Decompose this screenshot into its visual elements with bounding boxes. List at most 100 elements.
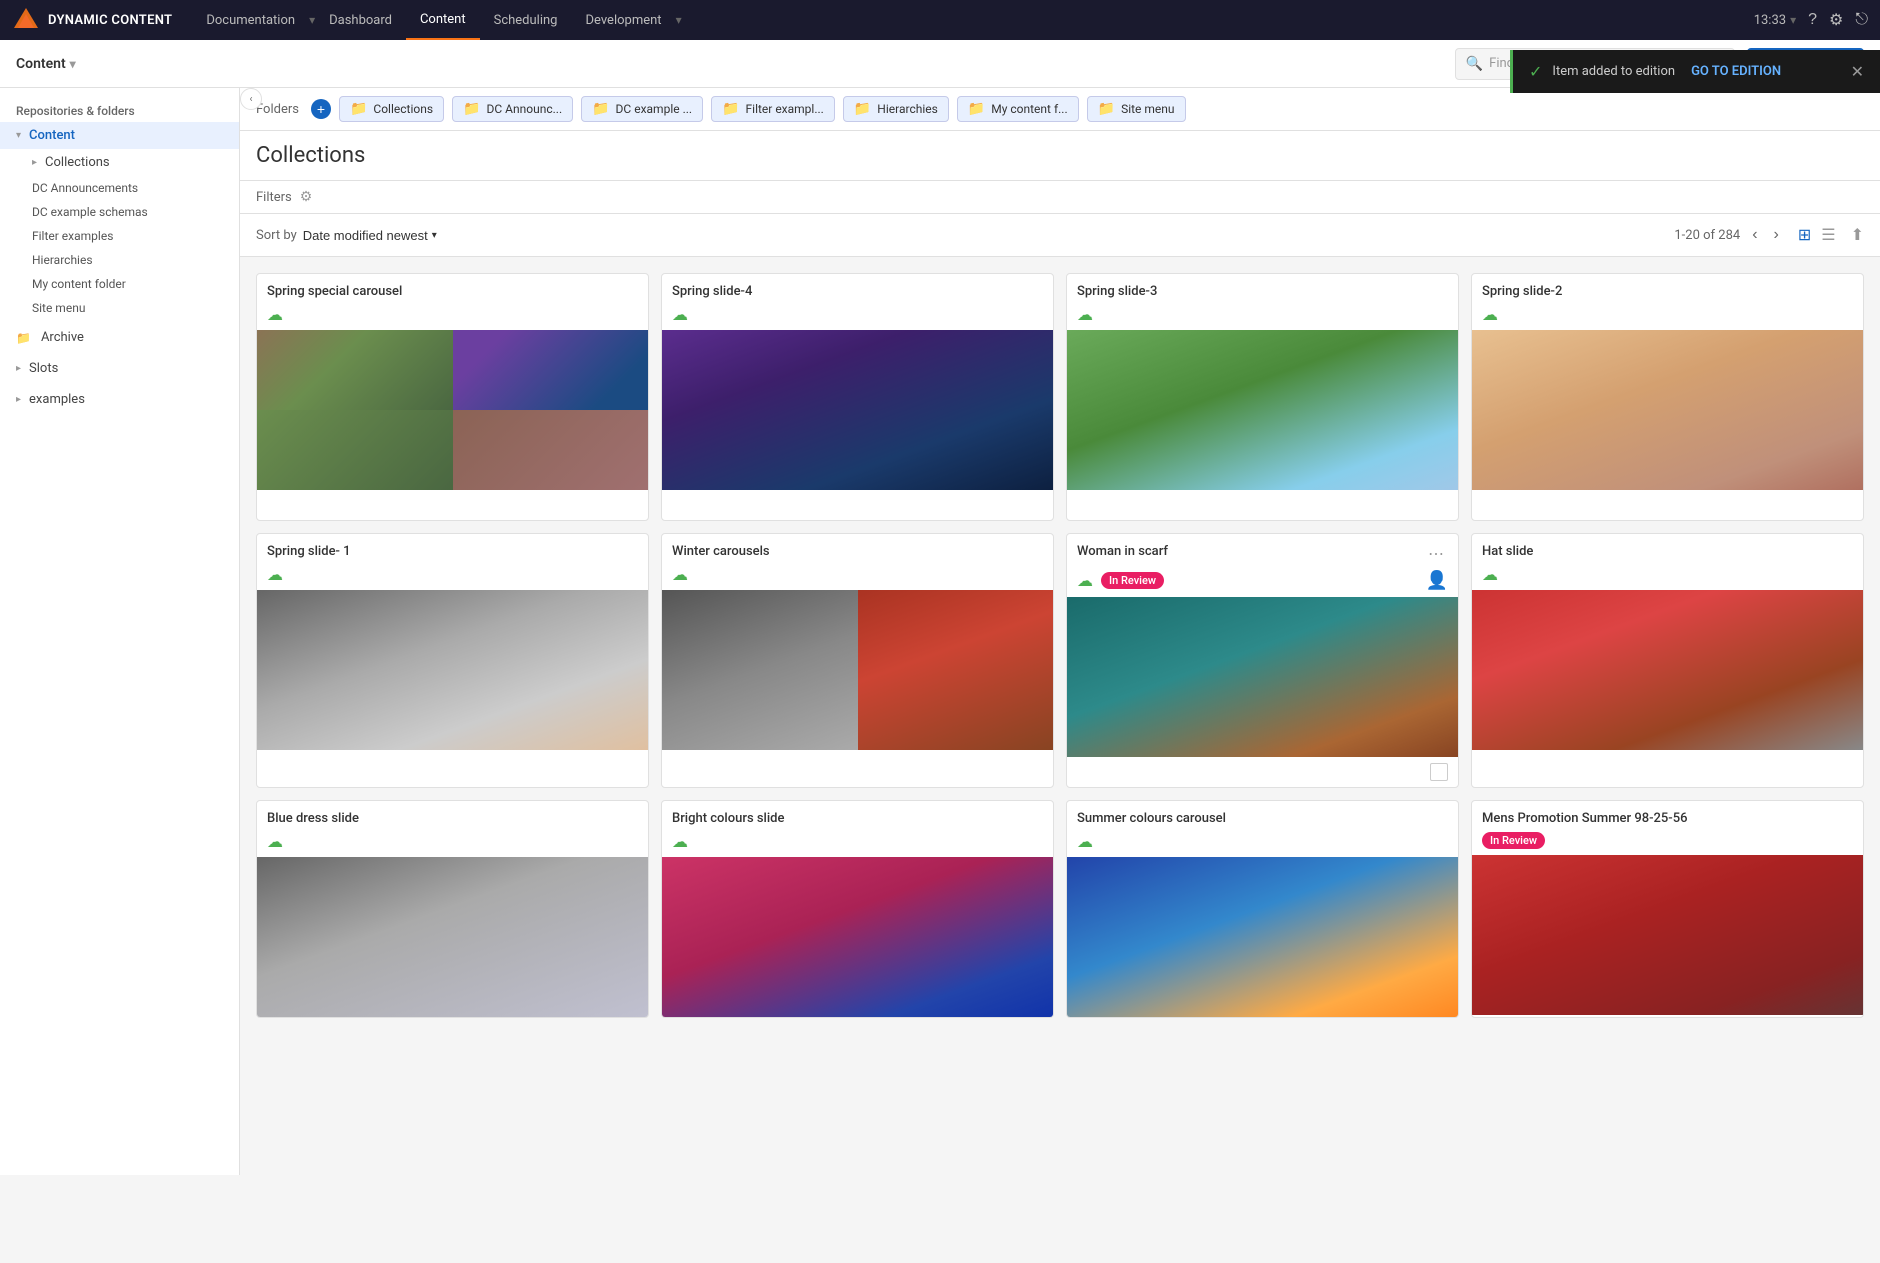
folder-icon: 📁 <box>350 101 367 117</box>
nav-documentation[interactable]: Documentation <box>192 0 309 40</box>
logout-icon[interactable]: ⎋ <box>1855 11 1868 29</box>
sidebar-item-content[interactable]: ▾ Content <box>0 122 239 149</box>
archive-section: 📁 Archive <box>0 324 239 351</box>
folder-chip-dc-announc[interactable]: 📁 DC Announc... <box>452 96 573 122</box>
card-footer <box>257 490 648 520</box>
folder-chip-hierarchies[interactable]: 📁 Hierarchies <box>843 96 949 122</box>
folder-chip-label: DC Announc... <box>487 102 563 116</box>
cloud-sync-icon: ☁ <box>267 832 283 851</box>
cloud-sync-icon: ☁ <box>1077 571 1093 590</box>
card-header: Spring slide-2 <box>1472 274 1863 305</box>
toast-close-icon[interactable]: ✕ <box>1851 62 1864 81</box>
content-title[interactable]: Content ▾ <box>16 56 76 72</box>
card-icons: ☁ <box>662 305 1053 330</box>
card-header: Bright colours slide <box>662 801 1053 832</box>
card-image <box>257 330 648 490</box>
scroll-to-top-button[interactable]: ⬆ <box>1851 225 1864 245</box>
nav-content[interactable]: Content <box>406 0 480 40</box>
card-image <box>257 857 648 1017</box>
sidebar-item-my-content-folder[interactable]: My content folder <box>0 272 239 296</box>
card-header: Summer colours carousel <box>1067 801 1458 832</box>
card-image <box>662 330 1053 490</box>
folder-icon: 📁 <box>592 101 609 117</box>
card-spring-slide-4[interactable]: Spring slide-4 ☁ <box>661 273 1054 521</box>
sidebar-item-filter-examples[interactable]: Filter examples <box>0 224 239 248</box>
sidebar-content-label: Content <box>29 128 75 143</box>
sort-value: Date modified newest <box>303 228 428 243</box>
folder-chip-filter-exampl[interactable]: 📁 Filter exampl... <box>711 96 835 122</box>
folder-icon: 📁 <box>854 101 871 117</box>
card-summer-colours-carousel[interactable]: Summer colours carousel ☁ <box>1066 800 1459 1018</box>
folder-chip-site-menu[interactable]: 📁 Site menu <box>1087 96 1186 122</box>
sidebar-item-hierarchies[interactable]: Hierarchies <box>0 248 239 272</box>
card-spring-special-carousel[interactable]: Spring special carousel ☁ <box>256 273 649 521</box>
repos-section-title: Repositories & folders <box>0 98 239 122</box>
collections-heading: Collections <box>256 143 365 168</box>
nav-items: Documentation ▾ Dashboard Content Schedu… <box>192 0 1753 40</box>
pagination-prev-button[interactable]: ‹ <box>1748 224 1761 246</box>
card-image <box>662 857 1053 1017</box>
card-title: Blue dress slide <box>267 811 638 826</box>
help-icon[interactable]: ? <box>1808 11 1817 29</box>
pagination-info: 1-20 of 284 ‹ › <box>1674 224 1782 246</box>
grid-view-button[interactable]: ⊞ <box>1795 222 1814 248</box>
nav-right: 13:33 ▾ ? ⚙ ⎋ <box>1754 10 1868 30</box>
card-header: Hat slide <box>1472 534 1863 565</box>
nav-time: 13:33 ▾ <box>1754 13 1796 28</box>
pagination-next-button[interactable]: › <box>1770 224 1783 246</box>
card-spring-slide-1[interactable]: Spring slide- 1 ☁ <box>256 533 649 788</box>
nav-development[interactable]: Development <box>572 0 676 40</box>
card-spring-slide-3[interactable]: Spring slide-3 ☁ <box>1066 273 1459 521</box>
card-bright-colours-slide[interactable]: Bright colours slide ☁ <box>661 800 1054 1018</box>
folder-chip-collections[interactable]: 📁 Collections <box>339 96 444 122</box>
card-blue-dress-slide[interactable]: Blue dress slide ☁ <box>256 800 649 1018</box>
sidebar-item-dc-example-schemas[interactable]: DC example schemas <box>0 200 239 224</box>
sidebar-item-examples[interactable]: ▸ examples <box>0 386 239 413</box>
card-title: Spring slide-3 <box>1077 284 1448 299</box>
sidebar-item-slots[interactable]: ▸ Slots <box>0 355 239 382</box>
card-footer <box>1067 757 1458 787</box>
sidebar-item-collections[interactable]: ▸ Collections <box>0 149 239 176</box>
main-layout: Repositories & folders ▾ Content ▸ Colle… <box>0 88 1880 1175</box>
filter-icon[interactable]: ⚙ <box>300 189 313 205</box>
sort-select[interactable]: Date modified newest ▾ <box>303 228 437 243</box>
card-footer <box>1067 490 1458 520</box>
sidebar-item-dc-announcements[interactable]: DC Announcements <box>0 176 239 200</box>
card-hat-slide[interactable]: Hat slide ☁ <box>1471 533 1864 788</box>
filters-label: Filters <box>256 190 292 205</box>
folder-chip-dc-example[interactable]: 📁 DC example ... <box>581 96 703 122</box>
main-content: Folders + 📁 Collections 📁 DC Announc... … <box>240 88 1880 1175</box>
cloud-sync-icon: ☁ <box>672 565 688 584</box>
card-woman-in-scarf[interactable]: Woman in scarf ⋯ ☁ In Review 👤 <box>1066 533 1459 788</box>
settings-icon[interactable]: ⚙ <box>1829 10 1843 30</box>
app-name: DYNAMIC CONTENT <box>48 13 172 28</box>
card-spring-slide-2[interactable]: Spring slide-2 ☁ <box>1471 273 1864 521</box>
app-logo[interactable]: DYNAMIC CONTENT <box>12 6 172 34</box>
folder-chip-my-content-f[interactable]: 📁 My content f... <box>957 96 1079 122</box>
add-folder-button[interactable]: + <box>311 99 331 119</box>
card-menu-button[interactable]: ⋯ <box>1424 544 1448 564</box>
card-winter-carousels[interactable]: Winter carousels ☁ <box>661 533 1054 788</box>
card-title: Bright colours slide <box>672 811 1043 826</box>
card-footer <box>662 490 1053 520</box>
toast-check-icon: ✓ <box>1529 62 1542 81</box>
card-icons: ☁ <box>1472 565 1863 590</box>
nav-dashboard[interactable]: Dashboard <box>315 0 406 40</box>
filters-bar: Filters ⚙ <box>240 181 1880 214</box>
card-footer <box>1472 490 1863 520</box>
nav-scheduling[interactable]: Scheduling <box>480 0 572 40</box>
sidebar-item-archive[interactable]: 📁 Archive <box>0 324 239 351</box>
sidebar-collapse-button[interactable]: ‹ <box>240 88 262 110</box>
list-view-button[interactable]: ☰ <box>1818 222 1838 248</box>
card-title: Winter carousels <box>672 544 1043 559</box>
sidebar-collections-label: Collections <box>45 155 110 170</box>
folder-chip-label: Site menu <box>1121 102 1174 116</box>
sidebar-item-site-menu[interactable]: Site menu <box>0 296 239 320</box>
toast-go-to-edition-link[interactable]: GO TO EDITION <box>1691 64 1781 79</box>
caret-icon: ▸ <box>16 394 21 405</box>
toast-notification: ✓ Item added to edition GO TO EDITION ✕ <box>1510 50 1880 93</box>
status-badge: In Review <box>1101 572 1164 589</box>
card-mens-promotion-summer[interactable]: Mens Promotion Summer 98-25-56 In Review <box>1471 800 1864 1018</box>
card-checkbox[interactable] <box>1430 763 1448 781</box>
card-icons: ☁ In Review 👤 <box>1067 570 1458 597</box>
